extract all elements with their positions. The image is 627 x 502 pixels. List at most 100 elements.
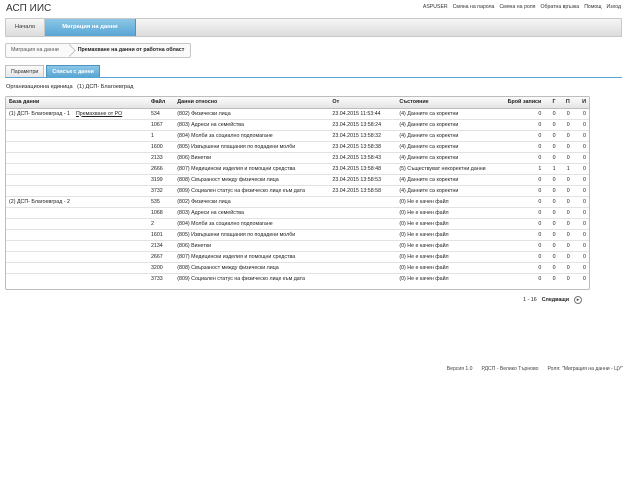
from-cell [329, 218, 397, 230]
table-row[interactable]: 2133 (806) Винетки 23.04.2015 13:58:43 (4) … [6, 152, 589, 164]
record-count-cell: 0 [501, 195, 545, 208]
i-cell: 0 [572, 229, 589, 241]
file-cell: 535 [147, 195, 175, 208]
breadcrumb-item-current: Премахване на данни от работна област [77, 47, 185, 53]
breadcrumb: Миграция на данни Премахване на данни от… [5, 43, 192, 58]
from-cell: 23.04.2015 13:58:43 [329, 152, 397, 164]
feedback-link[interactable]: Обратна връзка [540, 4, 579, 10]
from-cell [329, 273, 396, 284]
logout-link[interactable]: Изход [607, 4, 621, 10]
column-header-file[interactable]: Файл [147, 97, 175, 109]
tab-data-list[interactable]: Списък с данни [46, 65, 100, 77]
table-row[interactable]: 3200 (808) Свързаност между физически лиц… [6, 262, 589, 274]
table-row[interactable]: 1600 (805) Извършени плащания по подадени… [6, 141, 589, 153]
tab-parameters[interactable]: Параметри [5, 65, 45, 77]
from-cell [329, 229, 397, 241]
record-count-cell: 0 [501, 130, 545, 142]
main-nav: Начало Миграция на данни [5, 18, 622, 37]
top-links: ASPUSER Смяна на парола Смяна на роля Об… [423, 4, 621, 10]
app-title: АСП ИИС [6, 3, 52, 14]
database-cell: (1) ДСП- Благоевград - 1 Премахване от РО [6, 108, 148, 120]
data-about-cell: (808) Свързаност между физически лица [174, 262, 330, 274]
column-header-i[interactable]: И [572, 97, 589, 109]
record-count-cell: 0 [501, 251, 545, 263]
sub-tabs: Параметри Списък с данни [5, 65, 100, 77]
from-cell [329, 251, 397, 263]
nav-tab-home[interactable]: Начало [6, 19, 46, 36]
i-cell: 0 [572, 262, 589, 274]
org-unit-line: Организационна единица (1) ДСП- Благоевг… [6, 84, 133, 90]
record-count-cell: 0 [501, 229, 545, 241]
column-header-g[interactable]: Г [544, 97, 559, 109]
table-row[interactable]: 1 (804) Молби за социално подпомагане 23.0… [6, 130, 589, 142]
column-header-p[interactable]: П [558, 97, 573, 109]
pager: 1 - 16 Следващи ▸ [523, 296, 582, 304]
database-cell [6, 229, 148, 241]
file-cell: 2 [147, 218, 175, 230]
column-header-record-count[interactable]: Брой записи [501, 97, 545, 109]
table-row[interactable]: 2134 (806) Винетки (0) Не е качен файл 0 0 0 0 [6, 240, 589, 252]
remove-from-workspace-link[interactable]: Премахване от РО [76, 111, 122, 117]
column-header-data-about[interactable]: Данни относно [174, 97, 330, 109]
g-cell: 0 [544, 152, 559, 164]
column-header-database[interactable]: База данни [6, 97, 148, 109]
database-cell [6, 130, 148, 142]
table-row[interactable]: (2) ДСП- Благоевград - 2 535 (802) Физичес… [6, 195, 589, 208]
g-cell: 0 [544, 229, 559, 241]
state-cell: (4) Данните са коректни [396, 141, 502, 153]
org-unit-value: (1) ДСП- Благоевград [77, 84, 134, 90]
from-cell: 23.04.2015 13:58:32 [329, 130, 397, 142]
column-header-from[interactable]: От [329, 97, 397, 109]
table-row[interactable]: 2 (804) Молби за социално подпомагане (0) … [6, 218, 589, 230]
table-header-row: База данни Файл Данни относно От Състоян… [6, 97, 589, 109]
i-cell: 0 [572, 218, 589, 230]
table-row[interactable]: 3732 (809) Социален статус на физическо л… [6, 185, 589, 197]
state-cell: (0) Не е качен файл [396, 262, 502, 274]
table-row[interactable]: 1601 (805) Извършени плащания по подадени… [6, 229, 589, 241]
g-cell: 0 [544, 262, 559, 274]
table-row[interactable]: 2667 (807) Медицински изделия и помощни с… [6, 251, 589, 263]
from-cell [329, 207, 397, 219]
database-cell [6, 262, 148, 274]
breadcrumb-item-data-migration[interactable]: Миграция на данни [6, 44, 67, 57]
table-row[interactable]: 3733 (809) Социален статус на физическо л… [6, 273, 589, 284]
from-cell: 23.04.2015 11:53:44 [329, 108, 397, 120]
database-cell [6, 207, 148, 219]
change-role-link[interactable]: Смяна на роля [499, 4, 535, 10]
table-body: (1) ДСП- Благоевград - 1 Премахване от РО… [6, 108, 589, 284]
footer-organization: РДСП - Велико Търново [481, 366, 539, 372]
record-count-cell: 0 [501, 218, 545, 230]
p-cell: 1 [558, 163, 573, 175]
file-cell: 1067 [147, 119, 175, 131]
table-row[interactable]: 3199 (808) Свързаност между физически лиц… [6, 174, 589, 186]
data-about-cell: (805) Извършени плащания по подадени мол… [174, 229, 330, 241]
database-cell [6, 141, 148, 153]
data-table: База данни Файл Данни относно От Състоян… [6, 97, 589, 284]
data-about-cell: (806) Винетки [174, 152, 330, 164]
from-cell: 23.04.2015 13:58:48 [329, 163, 397, 175]
from-cell [329, 195, 397, 208]
state-cell: (4) Данните са коректни [396, 108, 502, 120]
table-row[interactable]: 1068 (803) Адреси на семейства (0) Не е ка… [6, 207, 589, 219]
table-row[interactable]: 2666 (807) Медицински изделия и помощни с… [6, 163, 589, 175]
record-count-cell: 0 [501, 141, 545, 153]
data-about-cell: (809) Социален статус на физическо лице … [174, 185, 330, 197]
from-cell: 23.04.2015 13:58:38 [329, 141, 397, 153]
from-cell: 23.04.2015 13:58:53 [329, 174, 397, 186]
help-link[interactable]: Помощ [584, 4, 601, 10]
i-cell: 0 [572, 108, 589, 120]
file-cell: 2667 [147, 251, 175, 263]
data-about-cell: (805) Извършени плащания по подадени мол… [174, 141, 330, 153]
table-row[interactable]: (1) ДСП- Благоевград - 1 Премахване от РО… [6, 108, 589, 120]
column-header-state[interactable]: Състояние [396, 97, 502, 109]
record-count-cell: 0 [501, 152, 545, 164]
table-row[interactable]: 1067 (803) Адреси на семейства 23.04.2015 … [6, 119, 589, 131]
g-cell: 0 [544, 174, 559, 186]
nav-tab-data-migration[interactable]: Миграция на данни [45, 19, 136, 36]
change-password-link[interactable]: Смяна на парола [453, 4, 495, 10]
p-cell: 0 [558, 152, 573, 164]
chevron-right-icon[interactable]: ▸ [574, 296, 582, 304]
next-page-link[interactable]: Следващи [542, 297, 569, 303]
i-cell: 0 [572, 185, 589, 197]
state-cell: (0) Не е качен файл [396, 218, 502, 230]
